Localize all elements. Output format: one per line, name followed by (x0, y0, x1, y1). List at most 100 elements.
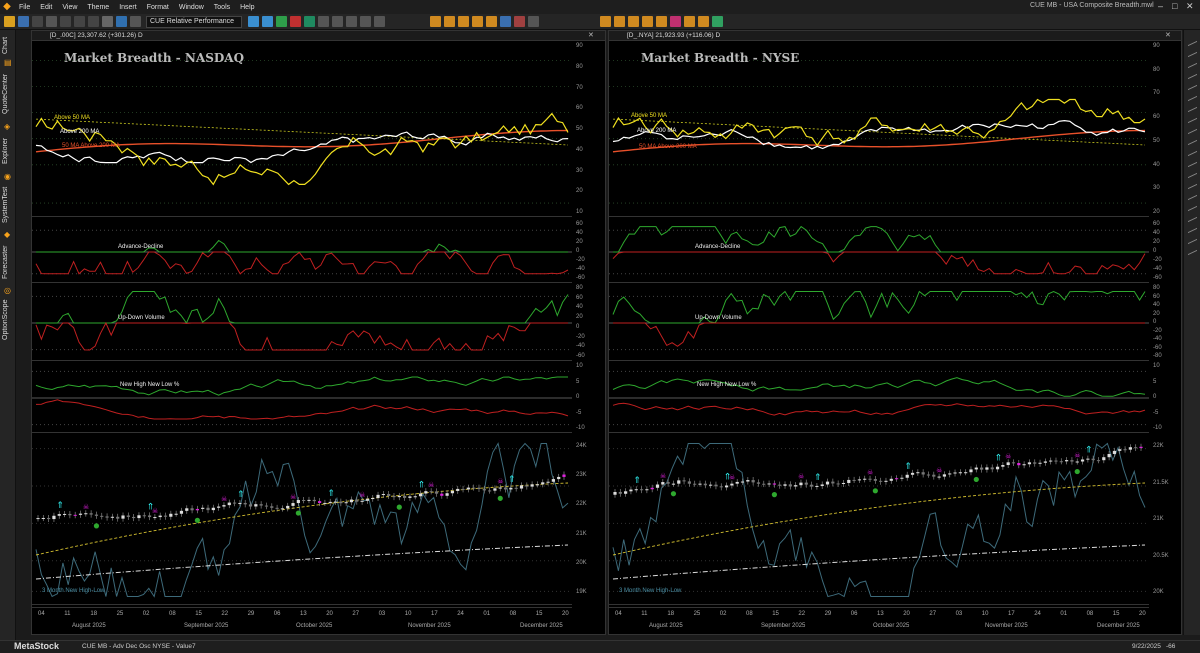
bar-chart-icon[interactable] (430, 16, 441, 27)
drawing-tool-icon[interactable] (1188, 242, 1197, 256)
open-icon[interactable] (18, 16, 29, 27)
maximize-icon[interactable]: □ (1172, 1, 1177, 11)
new-high-low-pane[interactable]: New High New Low % 10 5 0 -5 -10 (609, 363, 1162, 433)
close-chart-icon[interactable]: ✕ (588, 31, 594, 39)
help-icon[interactable] (374, 16, 385, 27)
daily-icon[interactable] (600, 16, 611, 27)
x-tick-label: 08 (1086, 611, 1094, 617)
metastock-brand: MetaStock (14, 641, 60, 651)
monthly-icon[interactable] (628, 16, 639, 27)
candle-body (466, 487, 470, 490)
nasdaq-chart-window[interactable]: [D_.00C] 23,307.62 (+301.26) D ✕ Market … (31, 30, 606, 635)
x-tick-label: 13 (300, 611, 307, 617)
tab-explorer[interactable]: Explorer (2, 132, 14, 170)
close-chart-icon[interactable]: ✕ (1165, 31, 1171, 39)
candle-body (666, 482, 670, 484)
new-high-low-pane[interactable]: New High New Low % 10 5 0 -5 -10 (32, 363, 585, 433)
up-down-volume-pane[interactable]: Up-Down Volume 80 60 40 20 0 -20 -40 -60 (32, 285, 585, 361)
print-icon[interactable] (46, 16, 57, 27)
advance-decline-pane[interactable]: Advance-Decline 60 40 20 0 -20 -40 -60 (609, 221, 1162, 283)
chart-header[interactable]: [D_.00C] 23,307.62 (+301.26) D (32, 31, 605, 41)
undo-icon[interactable] (102, 16, 113, 27)
candle-body (1070, 460, 1074, 462)
candle-body (863, 478, 867, 480)
advance-decline-pane[interactable]: Advance-Decline 60 40 20 0 -20 -40 -60 (32, 221, 585, 283)
zoom-icon[interactable] (116, 16, 127, 27)
crosshair-icon[interactable] (500, 16, 511, 27)
minimize-icon[interactable]: – (1158, 1, 1163, 11)
candle-body (530, 484, 534, 487)
menu-tools[interactable]: Tools (209, 4, 235, 11)
x-tick-label: 10 (404, 611, 412, 617)
price-pane[interactable]: ⇑ ☠ ⇑ ☠ ☠ ⇑ ☠ ⇑ ☠ ⇑ ☠ ☠ ⇑ 3 Month New High-Low 22K 21.5… (609, 435, 1169, 605)
layout-icon[interactable] (346, 16, 357, 27)
delete-icon[interactable] (514, 16, 525, 27)
properties-icon[interactable] (130, 16, 141, 27)
weekly-icon[interactable] (614, 16, 625, 27)
x-tick-label: 03 (955, 611, 963, 617)
fib-icon[interactable] (684, 16, 695, 27)
line-chart-icon[interactable] (458, 16, 469, 27)
chart-header[interactable]: [D_.NYA] 21,923.93 (+116.06) D (609, 31, 1181, 41)
save-icon[interactable] (32, 16, 43, 27)
breadth-pane[interactable]: Market Breadth - NYSE Above 50 MA Above 20… (609, 43, 1160, 217)
expert-icon[interactable] (262, 16, 273, 27)
candle-body (132, 516, 136, 519)
alert-icon[interactable] (290, 16, 301, 27)
y-tick-label: -20 (576, 333, 585, 340)
tab-forecaster[interactable]: Forecaster (2, 240, 14, 284)
x-tick-label: 24 (1034, 611, 1041, 617)
refresh-icon[interactable] (304, 16, 315, 27)
periodicity-icon[interactable] (486, 16, 497, 27)
tab-systemtest[interactable]: SystemTest (2, 182, 14, 228)
text-icon[interactable] (528, 16, 539, 27)
tab-optionscope[interactable]: OptionScope (2, 296, 14, 344)
signal-dot-icon (295, 510, 301, 516)
tab-quotecenter[interactable]: QuoteCenter (2, 68, 14, 120)
candle-body (147, 515, 152, 518)
settings-icon[interactable] (318, 16, 329, 27)
candle-body (767, 483, 771, 485)
nyse-chart-window[interactable]: [D_.NYA] 21,923.93 (+116.06) D ✕ Market … (608, 30, 1182, 635)
title-bar: ◆ File Edit View Theme Insert Format Win… (0, 0, 1200, 14)
intraday-icon[interactable] (642, 16, 653, 27)
grid-icon[interactable] (332, 16, 343, 27)
menu-edit[interactable]: Edit (35, 4, 57, 11)
x-tick-label: 08 (509, 611, 517, 617)
menu-insert[interactable]: Insert (114, 4, 142, 11)
candle-body (456, 488, 460, 491)
log-scale-icon[interactable] (656, 16, 667, 27)
candle-body (238, 502, 242, 504)
menu-theme[interactable]: Theme (82, 4, 114, 11)
layout-dropdown[interactable]: CUE Relative Performance (146, 16, 242, 28)
menu-help[interactable]: Help (235, 4, 259, 11)
menu-format[interactable]: Format (142, 4, 174, 11)
menu-window[interactable]: Window (174, 4, 209, 11)
indicator-icon[interactable] (248, 16, 259, 27)
price-pane[interactable]: ⇑ ☠ ⇑ ☠ ☠ ⇑ ☠ ⇑ ☠ ⇑ ☠ ☠ ⇑ 3 Month New High-Low 24K 23K 2… (32, 435, 587, 605)
new-chart-icon[interactable] (4, 16, 15, 27)
candle-body (302, 499, 306, 501)
candle-body (639, 489, 644, 491)
candle-body (650, 487, 654, 490)
close-icon[interactable]: ✕ (1186, 1, 1194, 12)
paste-icon[interactable] (88, 16, 99, 27)
breadth-pane[interactable]: Market Breadth - NASDAQ Above 50 MA Above … (32, 43, 583, 217)
up-down-volume-label: Up-Down Volume (118, 315, 165, 321)
buy-arrow-icon[interactable] (712, 16, 723, 27)
up-down-volume-pane[interactable]: Up-Down Volume 80 60 40 20 0 -20 -40 -60 -80 (609, 285, 1162, 361)
candle-chart-icon[interactable] (444, 16, 455, 27)
trendline-icon[interactable] (670, 16, 681, 27)
tab-chart[interactable]: Chart (2, 34, 14, 56)
candle-body (179, 510, 184, 514)
candle-body (519, 485, 524, 489)
cut-icon[interactable] (60, 16, 71, 27)
menu-file[interactable]: File (14, 4, 35, 11)
menu-view[interactable]: View (57, 4, 82, 11)
explorer-icon[interactable] (276, 16, 287, 27)
candle-body (836, 483, 840, 485)
window-icon[interactable] (360, 16, 371, 27)
volume-icon[interactable] (472, 16, 483, 27)
copy-icon[interactable] (74, 16, 85, 27)
channel-icon[interactable] (698, 16, 709, 27)
